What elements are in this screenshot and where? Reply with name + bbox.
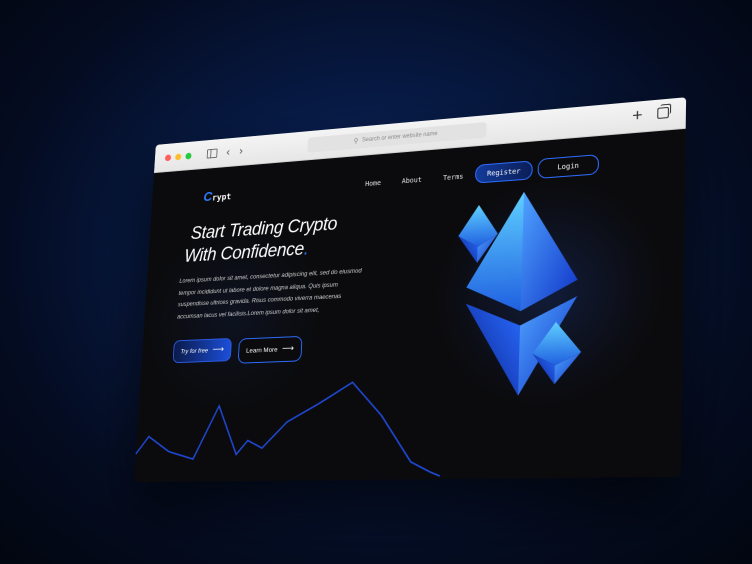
plus-icon[interactable]: + <box>632 106 643 124</box>
hero-headline: Start Trading Crypto With Confidence. <box>189 213 338 268</box>
browser-window: ‹ › ⚲ Search or enter website name + Cry… <box>134 97 686 482</box>
eth-bottom-left <box>463 301 521 397</box>
minimize-dot[interactable] <box>175 153 181 160</box>
headline-period: . <box>303 239 309 259</box>
nav-home[interactable]: Home <box>365 179 381 188</box>
logo[interactable]: Crypt <box>203 187 232 204</box>
arrow-right-icon: ⟶ <box>282 344 294 354</box>
back-icon[interactable]: ‹ <box>226 146 231 159</box>
sidebar-icon[interactable] <box>207 149 218 159</box>
web-page: Crypt Home About Terms Register Login St… <box>134 129 686 482</box>
eth-top-right <box>521 188 580 311</box>
address-placeholder: Search or enter website name <box>362 131 438 143</box>
hero-paragraph: Lorem ipsum dolor sit amet, consectetur … <box>177 265 369 323</box>
try-for-free-button[interactable]: Try for free ⟶ <box>173 338 232 363</box>
stage: ‹ › ⚲ Search or enter website name + Cry… <box>0 0 752 564</box>
learn-more-button[interactable]: Learn More ⟶ <box>238 336 303 364</box>
nav-terms[interactable]: Terms <box>443 173 464 182</box>
nav-about[interactable]: About <box>402 176 422 185</box>
window-controls <box>165 152 192 161</box>
close-dot[interactable] <box>165 154 171 161</box>
tabs-icon[interactable] <box>657 107 669 119</box>
maximize-dot[interactable] <box>185 152 191 159</box>
arrow-right-icon: ⟶ <box>212 345 224 355</box>
price-line <box>134 379 443 479</box>
ethereum-icon <box>442 186 611 419</box>
toolbar-actions: + <box>632 104 669 124</box>
search-icon: ⚲ <box>353 137 358 145</box>
learn-label: Learn More <box>246 346 278 354</box>
try-label: Try for free <box>180 347 208 355</box>
forward-icon[interactable]: › <box>239 144 244 157</box>
logo-text: rypt <box>212 193 231 204</box>
